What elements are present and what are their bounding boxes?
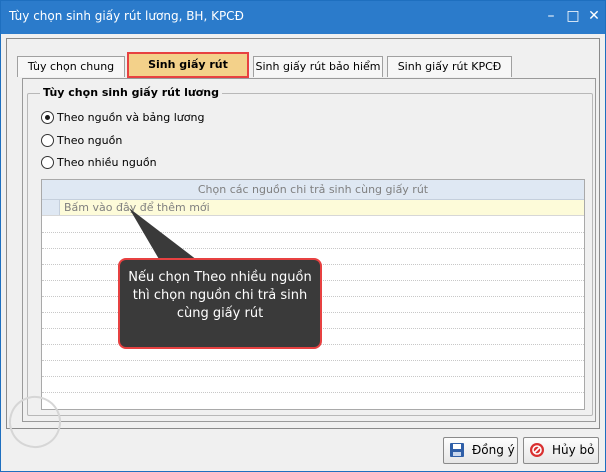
tooltip-line: cùng giấy rút <box>176 306 264 321</box>
window-title: Tùy chọn sinh giấy rút lương, BH, KPCĐ <box>9 9 244 23</box>
grid-row-divider <box>42 392 584 393</box>
ok-button[interactable]: Đồng ý <box>443 437 518 464</box>
tab-panel: Tùy chọn sinh giấy rút lương Theo nguồn … <box>22 78 596 422</box>
radio-indicator[interactable] <box>41 134 54 147</box>
minimize-button[interactable]: – <box>541 7 561 27</box>
grid-column-header[interactable]: Chọn các nguồn chi trả sinh cùng giấy rú… <box>42 180 584 200</box>
tooltip-line: Nếu chọn Theo nhiều nguồn <box>128 270 312 285</box>
tab-union-fee-withdrawal[interactable]: Sinh giấy rút KPCĐ <box>387 56 512 77</box>
radio-checked-indicator[interactable] <box>41 111 54 124</box>
cancel-icon <box>530 443 544 457</box>
tab-salary-withdrawal[interactable]: Sinh giấy rút lương <box>127 52 249 93</box>
tab-insurance-withdrawal[interactable]: Sinh giấy rút bảo hiểm <box>253 56 383 77</box>
row-indicator <box>42 200 60 215</box>
title-bar[interactable]: Tùy chọn sinh giấy rút lương, BH, KPCĐ –… <box>1 1 605 34</box>
maximize-button[interactable]: □ <box>563 7 583 27</box>
close-button[interactable]: ✕ <box>584 7 604 27</box>
radio-label[interactable]: Theo nguồn <box>57 133 122 149</box>
grid-new-row[interactable]: Bấm vào đây để thêm mới <box>42 200 584 216</box>
cancel-button-label[interactable]: Hủy bỏ <box>552 438 595 463</box>
dialog-window: Tùy chọn sinh giấy rút lương, BH, KPCĐ –… <box>0 0 606 472</box>
grid-row-divider <box>42 248 584 249</box>
callout-tooltip: Nếu chọn Theo nhiều nguồn thì chọn nguồn… <box>118 258 322 349</box>
tab-general-options[interactable]: Tùy chọn chung <box>17 56 125 77</box>
radio-label[interactable]: Theo nhiều nguồn <box>57 155 157 171</box>
save-icon <box>450 443 464 457</box>
radio-label[interactable]: Theo nguồn và bảng lương <box>57 110 204 126</box>
dialog-content: Tùy chọn chung Sinh giấy rút lương Sinh … <box>6 38 600 429</box>
grid-row-divider <box>42 376 584 377</box>
tooltip-line: thì chọn nguồn chi trả sinh <box>132 288 308 303</box>
radio-indicator[interactable] <box>41 156 54 169</box>
options-group: Tùy chọn sinh giấy rút lương Theo nguồn … <box>27 86 593 416</box>
grid-row-divider <box>42 232 584 233</box>
group-legend: Tùy chọn sinh giấy rút lương <box>40 86 222 99</box>
ok-button-label[interactable]: Đồng ý <box>472 438 515 463</box>
cancel-button[interactable]: Hủy bỏ <box>523 437 599 464</box>
grid-row-divider <box>42 360 584 361</box>
